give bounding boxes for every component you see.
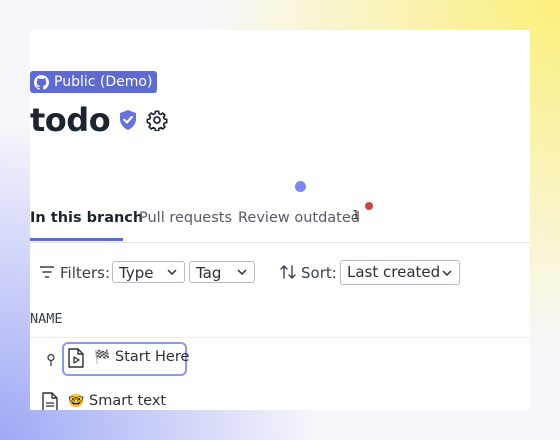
tab-in-this-branch[interactable]: In this branch bbox=[30, 210, 143, 226]
sort-label: Sort: bbox=[301, 264, 337, 282]
text-file-icon bbox=[42, 392, 58, 410]
notification-dot bbox=[365, 202, 373, 210]
type-filter-select[interactable]: Type bbox=[112, 261, 185, 283]
filter-icon bbox=[40, 266, 54, 278]
column-header-name[interactable]: NAME bbox=[30, 311, 63, 327]
settings-gear-icon[interactable] bbox=[146, 109, 168, 131]
nerd-face-emoji: 🤓 bbox=[68, 394, 85, 409]
verified-shield-icon bbox=[120, 110, 137, 130]
badge-label: Public (Demo) bbox=[54, 74, 153, 90]
chevron-down-icon bbox=[442, 270, 452, 277]
table-row[interactable]: 🏁 Start Here bbox=[30, 342, 530, 376]
chevron-down-icon bbox=[167, 269, 177, 276]
tab-bar: In this branch Pull requests Review outd… bbox=[30, 202, 530, 243]
item-label: Smart text bbox=[89, 393, 167, 409]
type-select-value: Type bbox=[119, 264, 154, 282]
checkered-flag-emoji: 🏁 bbox=[94, 350, 111, 365]
sort-select[interactable]: Last created bbox=[340, 260, 460, 285]
tag-select-value: Tag bbox=[196, 264, 222, 282]
sort-select-value: Last created bbox=[347, 263, 441, 281]
header-divider bbox=[30, 337, 530, 338]
tab-review-outdated[interactable]: Review outdated bbox=[238, 210, 360, 226]
loading-indicator bbox=[295, 181, 306, 192]
visibility-badge[interactable]: Public (Demo) bbox=[30, 71, 158, 93]
main-panel: Public (Demo) todo In this branch Pull r… bbox=[30, 30, 530, 410]
tag-filter-select[interactable]: Tag bbox=[189, 261, 255, 283]
item-label: Start Here bbox=[115, 349, 190, 365]
review-outdated-count: 1 bbox=[352, 208, 360, 222]
video-file-icon bbox=[68, 348, 84, 368]
active-tab-indicator bbox=[30, 238, 123, 241]
github-icon bbox=[34, 74, 49, 90]
title-row: todo bbox=[30, 98, 168, 142]
repo-title: todo bbox=[30, 101, 111, 139]
selected-item-highlight[interactable]: 🏁 Start Here bbox=[62, 342, 190, 376]
chevron-down-icon bbox=[237, 269, 247, 276]
tab-pull-requests[interactable]: Pull requests bbox=[139, 210, 232, 226]
table-row[interactable]: 🤓 Smart text bbox=[30, 390, 530, 410]
filters-label: Filters: bbox=[60, 264, 111, 282]
pin-icon[interactable] bbox=[46, 353, 56, 367]
sort-icon bbox=[280, 265, 296, 279]
filter-bar: Filters: Type Tag Sort: Last created bbox=[30, 260, 530, 286]
